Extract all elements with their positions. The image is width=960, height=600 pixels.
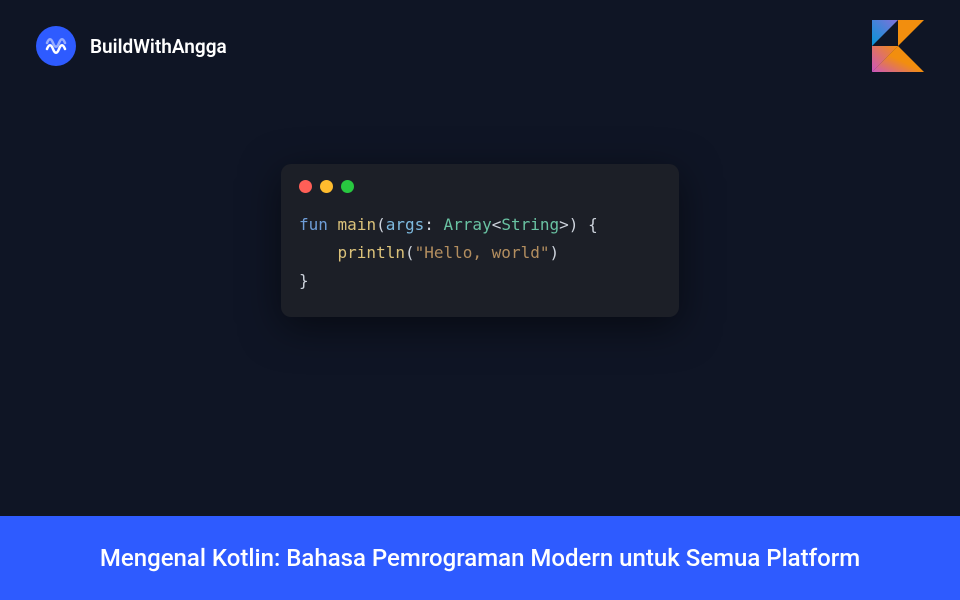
maximize-icon	[341, 180, 354, 193]
page-title: Mengenal Kotlin: Bahasa Pemrograman Mode…	[100, 544, 860, 572]
window-traffic-lights	[299, 180, 661, 193]
code-indent	[299, 243, 338, 262]
header: BuildWithAngga	[0, 0, 960, 92]
code-token-keyword: fun	[299, 215, 328, 234]
code-token-function: println	[338, 243, 405, 262]
code-token-type: String	[501, 215, 559, 234]
code-token-string: "Hello, world"	[415, 243, 550, 262]
code-token-punct: (	[405, 243, 415, 262]
brand: BuildWithAngga	[36, 26, 227, 66]
code-token-type: Array	[444, 215, 492, 234]
minimize-icon	[320, 180, 333, 193]
footer-banner: Mengenal Kotlin: Bahasa Pemrograman Mode…	[0, 516, 960, 600]
code-token-punct: {	[588, 215, 598, 234]
close-icon	[299, 180, 312, 193]
kotlin-logo-icon	[872, 20, 924, 72]
code-token-punct: (	[376, 215, 386, 234]
wave-logo-icon	[36, 26, 76, 66]
code-token-punct: )	[549, 243, 559, 262]
code-window: fun main(args: Array<String>) { println(…	[281, 164, 679, 317]
code-token-punct: )	[569, 215, 579, 234]
code-token-op: <	[492, 215, 502, 234]
code-token-function: main	[338, 215, 377, 234]
code-block: fun main(args: Array<String>) { println(…	[299, 211, 661, 295]
brand-name: BuildWithAngga	[90, 35, 227, 58]
code-token-param: args	[386, 215, 425, 234]
code-token-op: >	[559, 215, 569, 234]
code-token-punct: }	[299, 271, 309, 290]
code-token-op: :	[424, 215, 434, 234]
